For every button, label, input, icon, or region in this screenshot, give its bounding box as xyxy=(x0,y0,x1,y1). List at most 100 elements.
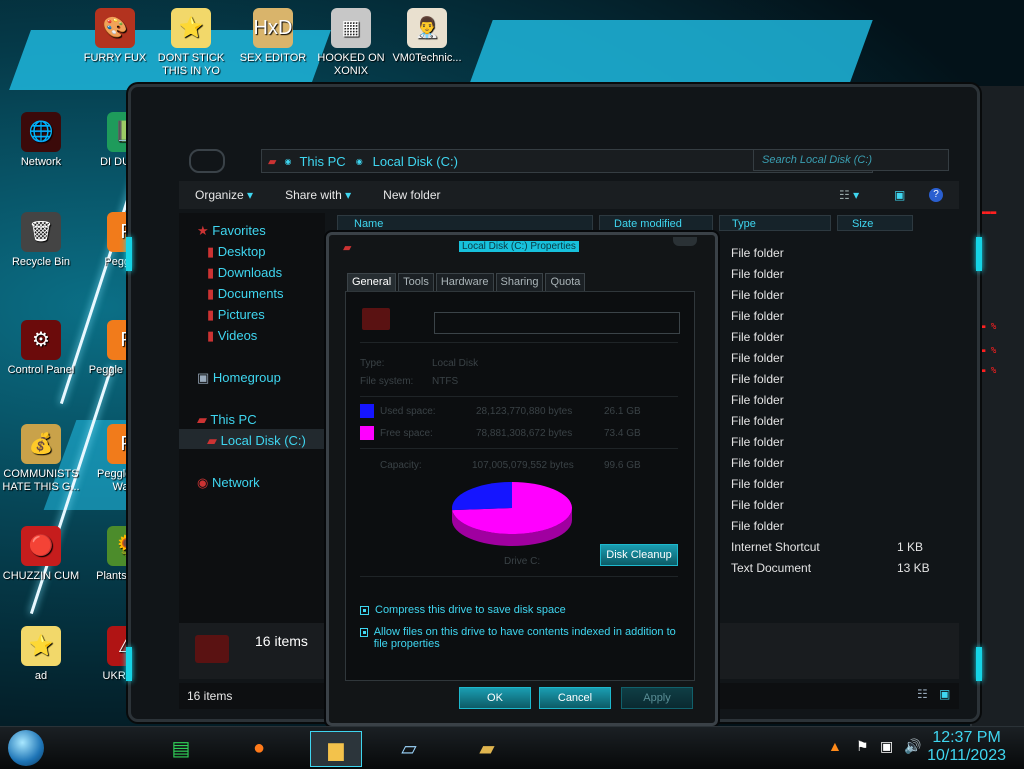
desktop-icon[interactable]: 🗑 Recycle Bin xyxy=(0,212,82,269)
table-row[interactable]: Internet Shortcut 1 KB xyxy=(731,537,931,558)
tab-general[interactable]: General xyxy=(347,273,397,291)
drive-name-input[interactable] xyxy=(434,312,680,334)
taskbar-drive-properties-icon[interactable]: ▰ xyxy=(462,731,512,765)
desktop-icon[interactable]: ▦ HOOKED ON XONIX xyxy=(310,8,392,78)
table-row[interactable]: File folder xyxy=(731,432,931,453)
table-row[interactable]: File folder xyxy=(731,243,931,264)
table-row[interactable]: File folder xyxy=(731,495,931,516)
organize-button[interactable]: Organize ▾ xyxy=(195,188,253,202)
ok-button[interactable]: OK xyxy=(459,687,531,709)
column-header-size[interactable]: Size xyxy=(837,215,913,231)
table-row[interactable]: File folder xyxy=(731,390,931,411)
desktop-icon[interactable]: ⭐ DONT STICK THIS IN YO xyxy=(150,8,232,78)
nav-homegroup[interactable]: ▣ Homegroup xyxy=(197,370,281,386)
document-icon: ▮ xyxy=(207,286,215,301)
desktop-icon[interactable]: 💰 COMMUNISTS HATE THIS G... xyxy=(0,424,82,494)
tray-app-icon[interactable]: ▲ xyxy=(828,738,842,754)
desktop-app-icon: 🗑 xyxy=(21,212,61,252)
large-icons-view-icon[interactable]: ▣ xyxy=(939,687,950,701)
desktop-icon[interactable]: ⭐ ad xyxy=(0,626,82,683)
nav-item-label: Documents xyxy=(217,286,284,301)
details-view-icon[interactable]: ☷ xyxy=(917,687,928,701)
desktop-app-icon: ⚙ xyxy=(21,320,61,360)
drive-icon xyxy=(362,308,390,330)
disk-cleanup-button[interactable]: Disk Cleanup xyxy=(600,544,678,566)
table-row[interactable]: File folder xyxy=(731,348,931,369)
desktop-icon[interactable]: 🎨 FURRY FUX xyxy=(74,8,156,65)
drive-icon: ▰ xyxy=(343,242,352,254)
properties-dialog[interactable]: ▰ Local Disk (C:) Properties General Too… xyxy=(326,232,718,726)
taskbar-file-explorer-icon[interactable]: ▆ xyxy=(310,731,362,767)
volume-icon[interactable]: 🔊 xyxy=(904,738,921,755)
search-input[interactable]: Search Local Disk (C:) xyxy=(753,149,949,171)
general-tab-panel: Type: Local Disk File system: NTFS Used … xyxy=(345,291,695,681)
taskbar-clock[interactable]: 12:37 PM 10/11/2023 xyxy=(927,729,1006,765)
tab-quota[interactable]: Quota xyxy=(545,273,586,291)
tab-tools[interactable]: Tools xyxy=(398,273,434,291)
table-row[interactable]: File folder xyxy=(731,327,931,348)
row-type: File folder xyxy=(731,372,784,386)
free-space-label: Free space: xyxy=(380,428,433,439)
apply-button[interactable]: Apply xyxy=(621,687,693,709)
table-row[interactable]: File folder xyxy=(731,369,931,390)
nav-local-disk[interactable]: ▰ Local Disk (C:) xyxy=(207,433,306,449)
start-button[interactable] xyxy=(8,730,44,766)
breadcrumb-local-disk[interactable]: Local Disk (C:) xyxy=(373,154,458,169)
close-icon[interactable] xyxy=(673,237,697,246)
nav-network[interactable]: ◉ Network xyxy=(197,475,260,491)
nav-item-pictures[interactable]: ▮ Pictures xyxy=(207,307,265,323)
desktop-icon[interactable]: 🌐 Network xyxy=(0,112,82,169)
row-type: File folder xyxy=(731,414,784,428)
checkbox-icon xyxy=(360,606,369,615)
column-header-date[interactable]: Date modified xyxy=(599,215,713,231)
table-row[interactable]: File folder xyxy=(731,453,931,474)
taskbar-app-notes-icon[interactable]: ▤ xyxy=(156,731,206,765)
taskbar-firefox-icon[interactable]: ● xyxy=(234,731,284,765)
table-row[interactable]: Text Document 13 KB xyxy=(731,558,931,579)
cancel-button[interactable]: Cancel xyxy=(539,687,611,709)
tab-hardware[interactable]: Hardware xyxy=(435,273,494,291)
compress-checkbox[interactable]: Compress this drive to save disk space xyxy=(360,604,680,616)
desktop-icon[interactable]: 🔴 CHUZZIN CUM xyxy=(0,526,82,583)
taskbar: ▤ ● ▆ ▱ ▰ ▲ ⚑ ▣ 🔊 12:37 PM 10/11/2023 xyxy=(0,726,1024,769)
frame-accent xyxy=(126,647,132,681)
flag-icon[interactable]: ⚑ xyxy=(856,738,869,755)
side-widget-readout: ▬▬▬ xyxy=(980,208,997,218)
table-row[interactable]: File folder xyxy=(731,411,931,432)
column-header-name[interactable]: Name xyxy=(337,215,593,231)
capacity-bytes: 107,005,079,552 bytes xyxy=(472,460,574,471)
table-row[interactable]: File folder xyxy=(731,306,931,327)
tab-sharing[interactable]: Sharing xyxy=(495,273,544,291)
row-type: File folder xyxy=(731,435,784,449)
nav-item-downloads[interactable]: ▮ Downloads xyxy=(207,265,282,281)
nav-item-documents[interactable]: ▮ Documents xyxy=(207,286,284,302)
desktop-icon[interactable]: HxD SEX EDITOR xyxy=(232,8,314,65)
picture-icon: ▮ xyxy=(207,307,215,322)
nav-item-desktop[interactable]: ▮ Desktop xyxy=(207,244,265,260)
row-size: 1 KB xyxy=(897,540,924,554)
back-forward-icon[interactable] xyxy=(189,149,225,173)
desktop-app-icon: ⭐ xyxy=(21,626,61,666)
desktop-icon[interactable]: 👨‍⚕️ VM0Technic... xyxy=(386,8,468,65)
share-with-button[interactable]: Share with ▾ xyxy=(285,188,351,202)
nav-favorites[interactable]: ★ Favorites xyxy=(197,223,266,239)
nav-this-pc[interactable]: ▰ This PC xyxy=(197,412,257,428)
nav-item-videos[interactable]: ▮ Videos xyxy=(207,328,257,344)
index-checkbox[interactable]: Allow files on this drive to have conten… xyxy=(360,626,676,650)
column-header-type[interactable]: Type xyxy=(719,215,831,231)
divider xyxy=(360,342,678,343)
breadcrumb-this-pc[interactable]: This PC xyxy=(299,154,345,169)
table-row[interactable]: File folder xyxy=(731,516,931,537)
new-folder-button[interactable]: New folder xyxy=(383,188,440,202)
taskbar-window-icon[interactable]: ▱ xyxy=(384,731,434,765)
help-icon[interactable]: ? xyxy=(929,188,943,202)
table-row[interactable]: File folder xyxy=(731,285,931,306)
used-space-label: Used space: xyxy=(380,406,436,417)
type-value: Local Disk xyxy=(432,358,479,369)
table-row[interactable]: File folder xyxy=(731,264,931,285)
table-row[interactable]: File folder xyxy=(731,474,931,495)
view-options-icon[interactable]: ☷ ▾ xyxy=(839,188,859,202)
preview-pane-icon[interactable]: ▣ xyxy=(894,188,905,202)
network-status-icon[interactable]: ▣ xyxy=(880,738,893,755)
desktop-icon[interactable]: ⚙ Control Panel xyxy=(0,320,82,377)
